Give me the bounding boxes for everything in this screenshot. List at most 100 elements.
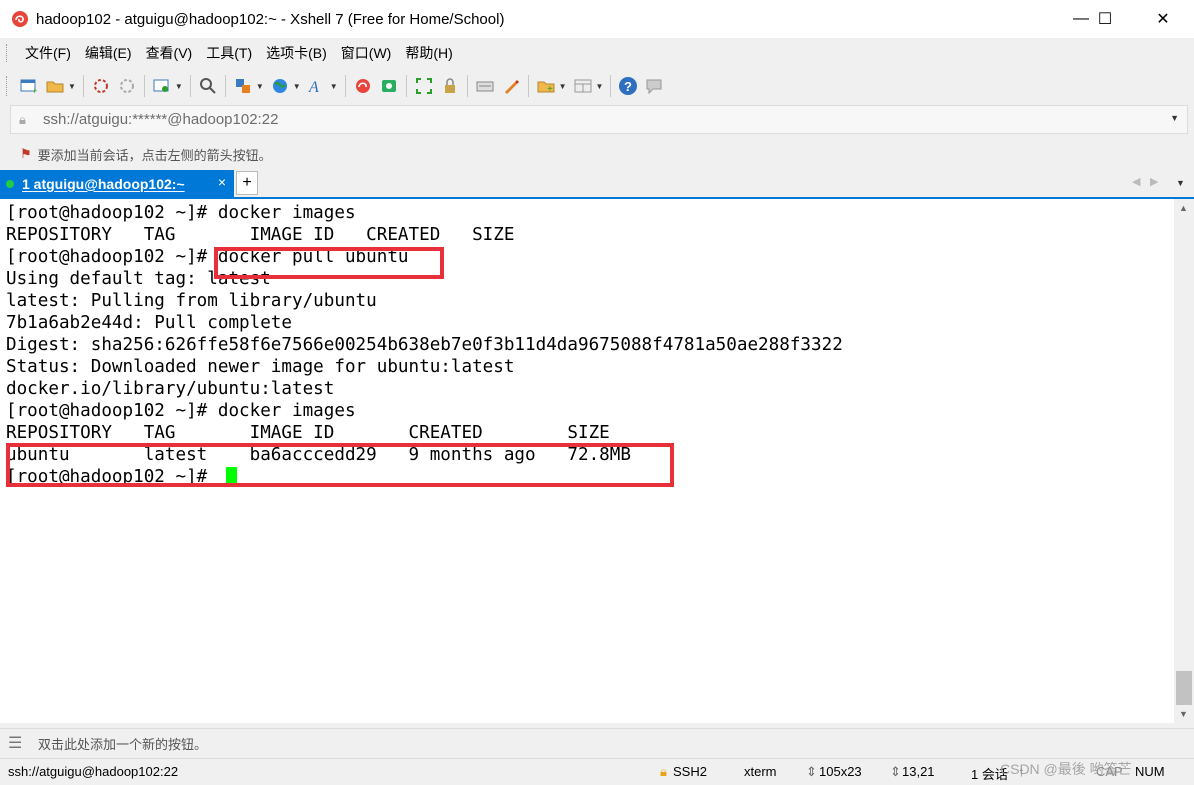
svg-text:+: + — [547, 84, 553, 95]
tab-close-icon[interactable]: × — [218, 174, 226, 190]
terminal-line: Digest: sha256:626ffe58f6e7566e00254b638… — [6, 335, 843, 355]
menu-tools[interactable]: 工具(T) — [199, 43, 259, 63]
status-size: 105x23 — [819, 764, 862, 779]
maximize-button[interactable]: ☐ — [1082, 0, 1128, 38]
status-position: 13,21 — [902, 764, 935, 779]
session-hint-text: 要添加当前会话，点击左侧的箭头按钮。 — [37, 147, 272, 163]
chevron-down-icon[interactable]: ▼ — [559, 82, 567, 91]
tab-add-icon[interactable]: + — [535, 75, 557, 97]
terminal-line: docker.io/library/ubuntu:latest — [6, 379, 335, 399]
toolbar-separator — [466, 75, 468, 97]
new-session-icon[interactable]: + — [18, 75, 40, 97]
terminal-line: REPOSITORY TAG IMAGE ID CREATED SIZE — [6, 423, 610, 443]
terminal[interactable]: [root@hadoop102 ~]# docker images REPOSI… — [0, 199, 1174, 723]
menu-tabs[interactable]: 选项卡(B) — [259, 43, 334, 63]
size-icon: ⇕ — [806, 764, 817, 779]
chat-icon[interactable] — [643, 75, 665, 97]
terminal-line: REPOSITORY TAG IMAGE ID CREATED SIZE — [6, 225, 515, 245]
scroll-down-icon[interactable]: ▼ — [1179, 709, 1188, 719]
tab-session-1[interactable]: 1 atguigu@hadoop102:~ × — [0, 170, 234, 197]
font-icon[interactable]: A — [306, 75, 328, 97]
menu-edit[interactable]: 编辑(E) — [78, 43, 139, 63]
scrollbar-thumb[interactable] — [1176, 671, 1192, 705]
toolbar: + ▼ ▼ ▼ ▼ A ▼ + ▼ ▼ ? — [0, 68, 1194, 104]
open-folder-icon[interactable] — [44, 75, 66, 97]
layout-icon[interactable] — [572, 75, 594, 97]
menu-view[interactable]: 查看(V) — [139, 43, 200, 63]
menu-grip — [6, 44, 10, 62]
menu-help[interactable]: 帮助(H) — [398, 43, 459, 63]
properties-icon[interactable] — [151, 75, 173, 97]
hamburger-menu-icon[interactable]: ☰ — [8, 733, 26, 753]
xshell-logo-icon — [10, 9, 30, 29]
terminal-scrollbar[interactable]: ▲ ▼ — [1174, 199, 1194, 723]
title-bar: hadoop102 - atguigu@hadoop102:~ - Xshell… — [0, 0, 1194, 38]
disconnect-icon[interactable] — [116, 75, 138, 97]
status-num: NUM — [1135, 764, 1165, 779]
terminal-line: Status: Downloaded newer image for ubunt… — [6, 357, 515, 377]
tab-label: 1 atguigu@hadoop102:~ — [22, 175, 185, 192]
new-tab-button[interactable]: + — [236, 171, 258, 195]
session-hint-bar: ⚑ 要添加当前会话，点击左侧的箭头按钮。 — [0, 140, 1194, 168]
terminal-line: [root@hadoop102 ~]# docker images — [6, 203, 356, 223]
svg-text:?: ? — [624, 79, 632, 94]
cursor-position-icon: ⇕ — [890, 764, 901, 779]
address-url[interactable]: ssh://atguigu:******@hadoop102:22 — [43, 111, 278, 128]
highlight-box-pull-command — [214, 247, 444, 279]
toolbar-separator — [189, 75, 191, 97]
toolbar-separator — [82, 75, 84, 97]
close-button[interactable]: ✕ — [1140, 0, 1186, 38]
toolbar-separator — [344, 75, 346, 97]
chevron-down-icon[interactable]: ▼ — [1170, 113, 1179, 123]
globe-icon[interactable] — [269, 75, 291, 97]
tab-scroll-left-icon[interactable]: ◀ — [1132, 175, 1140, 188]
status-connection: ssh://atguigu@hadoop102:22 — [8, 764, 179, 779]
menu-bar: 文件(F) 编辑(E) 查看(V) 工具(T) 选项卡(B) 窗口(W) 帮助(… — [0, 38, 1194, 68]
connected-status-icon — [6, 179, 14, 188]
xmanager-icon[interactable] — [378, 75, 400, 97]
fullscreen-icon[interactable] — [413, 75, 435, 97]
menu-file[interactable]: 文件(F) — [18, 43, 78, 63]
xftp-icon[interactable] — [352, 75, 374, 97]
svg-text:+: + — [32, 86, 37, 94]
window-title: hadoop102 - atguigu@hadoop102:~ - Xshell… — [36, 10, 505, 28]
tab-scroll-right-icon[interactable]: ▶ — [1150, 175, 1158, 188]
script-icon[interactable] — [500, 75, 522, 97]
menu-window[interactable]: 窗口(W) — [334, 43, 399, 63]
terminal-line: [root@hadoop102 ~]# docker images — [6, 401, 356, 421]
csdn-watermark: CSDN @最後 哟答芒 — [1000, 761, 1132, 777]
highlight-box-image-row — [6, 443, 674, 487]
toolbar-separator — [610, 75, 612, 97]
toolbar-grip — [6, 76, 10, 96]
quick-button-hint: 双击此处添加一个新的按钮。 — [38, 736, 208, 752]
quick-button-bar[interactable]: ☰ 双击此处添加一个新的按钮。 — [0, 728, 1194, 757]
bookmark-arrow-icon[interactable]: ⚑ — [20, 146, 32, 162]
find-icon[interactable] — [197, 75, 219, 97]
tab-list-icon[interactable]: ▼ — [1176, 178, 1185, 188]
transfer-icon[interactable] — [232, 75, 254, 97]
toolbar-separator — [143, 75, 145, 97]
lock-icon: 🔒︎ — [19, 111, 26, 127]
toolbar-separator — [224, 75, 226, 97]
status-protocol: SSH2 — [673, 764, 707, 779]
chevron-down-icon[interactable]: ▼ — [175, 82, 183, 91]
chevron-down-icon[interactable]: ▼ — [596, 82, 604, 91]
chevron-down-icon[interactable]: ▼ — [330, 82, 338, 91]
help-icon[interactable]: ? — [617, 75, 639, 97]
status-bar: ssh://atguigu@hadoop102:22 🔒︎ SSH2 xterm… — [0, 758, 1194, 785]
terminal-line: 7b1a6ab2e44d: Pull complete — [6, 313, 292, 333]
tab-bar: 1 atguigu@hadoop102:~ × + ◀ ▶ ▼ — [0, 170, 1194, 199]
address-bar[interactable]: 🔒︎ ssh://atguigu:******@hadoop102:22 ▼ — [10, 105, 1188, 134]
chevron-down-icon[interactable]: ▼ — [293, 82, 301, 91]
toolbar-separator — [527, 75, 529, 97]
chevron-down-icon[interactable]: ▼ — [256, 82, 264, 91]
terminal-line: latest: Pulling from library/ubuntu — [6, 291, 377, 311]
scroll-up-icon[interactable]: ▲ — [1179, 203, 1188, 213]
lock-icon[interactable] — [439, 75, 461, 97]
status-terminal-type: xterm — [744, 764, 777, 779]
svg-text:A: A — [308, 79, 319, 95]
chevron-down-icon[interactable]: ▼ — [68, 82, 76, 91]
ssh-lock-icon: 🔒︎ — [660, 764, 667, 779]
keyboard-icon[interactable] — [474, 75, 496, 97]
connect-icon[interactable] — [90, 75, 112, 97]
